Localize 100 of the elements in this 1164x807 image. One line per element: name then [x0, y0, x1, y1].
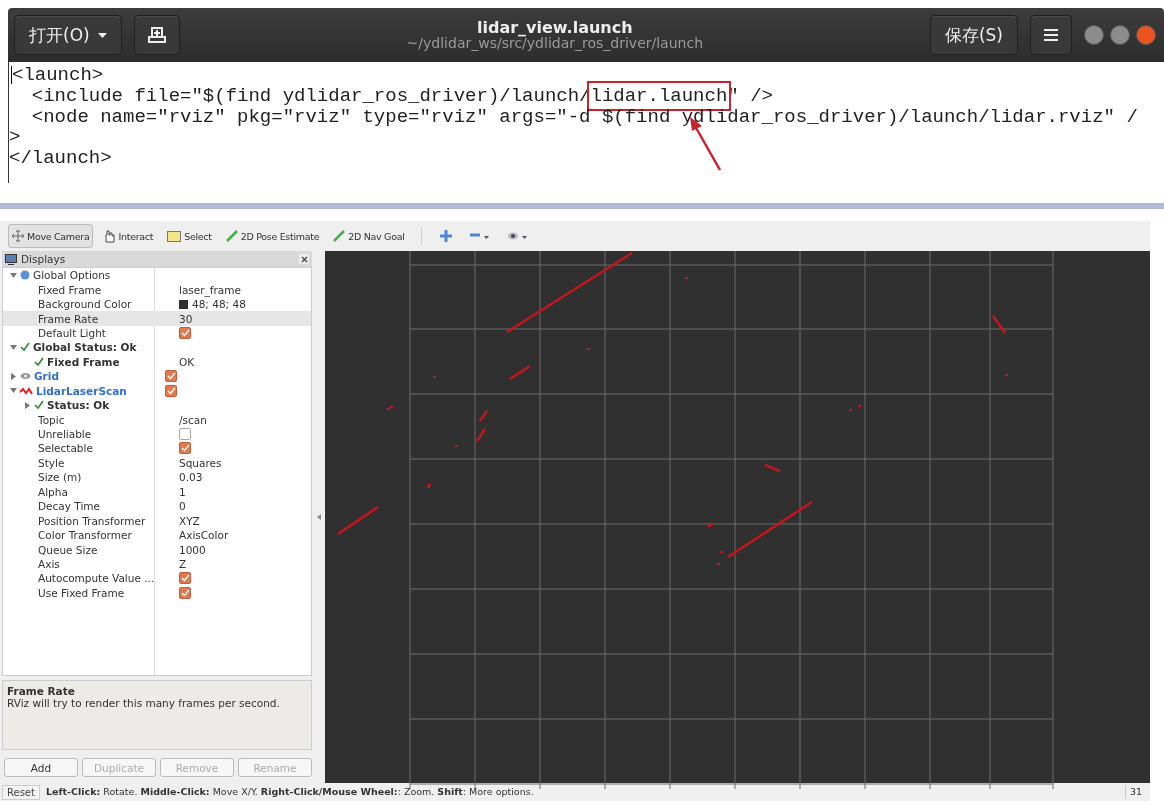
tree-row[interactable]: Decay Time 0: [3, 499, 311, 514]
checkbox[interactable]: [165, 370, 177, 383]
tool-button[interactable]: Select: [163, 224, 216, 248]
caret-icon: [97, 32, 107, 38]
property-value: 0.03: [179, 471, 203, 484]
tree-label: Selectable: [38, 442, 93, 455]
property-value: XYZ: [179, 514, 200, 527]
tree-label: Frame Rate: [38, 312, 99, 325]
tree-row[interactable]: Use Fixed Frame: [3, 585, 311, 601]
maximize-button[interactable]: [1110, 25, 1130, 45]
tree-row[interactable]: Alpha 1: [3, 484, 311, 499]
plus-icon[interactable]: [439, 230, 452, 242]
tree-label: Autocompute Value ...: [38, 572, 155, 585]
panel-title: Displays: [21, 253, 67, 265]
checkbox[interactable]: [179, 442, 191, 455]
tree-label: Unreliable: [38, 428, 92, 441]
tree-row[interactable]: Background Color 48; 48; 48: [3, 296, 311, 312]
collapsed-arrow-icon[interactable]: [10, 372, 16, 380]
fps-readout: 31: [1124, 785, 1150, 799]
code-line: </launch>: [9, 148, 113, 169]
tree-label: LidarLaserScan: [36, 384, 127, 397]
tree-label: Background Color: [38, 298, 132, 311]
tool-button[interactable]: Interact: [99, 224, 158, 248]
tree-row[interactable]: Grid: [3, 369, 311, 384]
close-button[interactable]: [299, 254, 309, 264]
panel-button[interactable]: Add: [4, 758, 78, 777]
close-icon: [300, 255, 308, 263]
expanded-arrow-icon[interactable]: [9, 344, 17, 350]
code-line: <node name="rviz" pkg="rviz" type="rviz" args="-d $(find ydlidar_ros_driver)/launch/lidar.rviz" /: [30, 106, 1139, 128]
expanded-arrow-icon[interactable]: [9, 272, 17, 278]
tree-row[interactable]: Axis Z: [3, 556, 311, 572]
tree-row[interactable]: Autocompute Value ...: [3, 571, 311, 586]
checkbox[interactable]: [179, 428, 191, 441]
tree-label: Alpha: [38, 485, 68, 498]
property-value: Z: [179, 557, 187, 570]
property-value: Squares: [179, 456, 222, 469]
checkbox[interactable]: [179, 586, 191, 599]
tree-row[interactable]: Fixed Frame laser_frame: [3, 282, 311, 297]
property-value: AxisColor: [179, 529, 229, 542]
hand-icon: [103, 229, 116, 243]
open-button[interactable]: 打开(O): [14, 15, 122, 55]
check-icon: [20, 342, 30, 353]
menu-button[interactable]: [1030, 15, 1072, 55]
file-path: ~/ydlidar_ws/src/ydlidar_ros_driver/launch: [405, 36, 704, 52]
expanded-arrow-icon[interactable]: [9, 388, 17, 394]
close-button[interactable]: [1136, 25, 1156, 45]
check-icon: [34, 400, 44, 411]
description-title: Frame Rate: [7, 685, 76, 697]
tree-label: Fixed Frame: [47, 355, 120, 368]
tree-row[interactable]: LidarLaserScan: [3, 383, 311, 398]
minus-dropdown-icon[interactable]: [469, 232, 490, 240]
monitor-icon: [5, 253, 17, 265]
tree-row[interactable]: Selectable: [3, 441, 311, 456]
checkbox[interactable]: [165, 384, 177, 397]
tool-button[interactable]: Move Camera: [8, 224, 94, 248]
tree-row[interactable]: Queue Size 1000: [3, 542, 311, 557]
selection-icon: [167, 230, 182, 242]
window-title: lidar_view.launch: [476, 18, 633, 37]
tree-row[interactable]: Global Status: Ok: [3, 340, 311, 355]
move-arrows-icon: [12, 230, 24, 242]
tree-label: Axis: [38, 557, 60, 570]
tree-row[interactable]: Default Light: [3, 325, 311, 341]
tree-label: Global Status: Ok: [33, 341, 137, 354]
property-value: laser_frame: [179, 283, 241, 296]
new-tab-button[interactable]: [133, 15, 180, 55]
tree-label: Color Transformer: [38, 529, 132, 542]
checkbox[interactable]: [179, 572, 191, 585]
property-value: 48; 48; 48: [192, 298, 246, 311]
reset-button[interactable]: Reset: [2, 784, 40, 800]
eye-icon: [20, 372, 31, 381]
tree-row[interactable]: Frame Rate 30: [3, 311, 311, 326]
tree-row[interactable]: Topic /scan: [3, 412, 311, 427]
property-value: 30: [179, 312, 193, 325]
property-value: OK: [179, 355, 195, 368]
tree-label: Size (m): [38, 471, 82, 484]
minimize-button[interactable]: [1084, 25, 1104, 45]
tree-row[interactable]: Size (m) 0.03: [3, 470, 311, 485]
collapsed-arrow-icon[interactable]: [24, 401, 30, 409]
check-icon: [34, 356, 44, 367]
eye-dropdown-icon[interactable]: [507, 231, 528, 241]
checkbox[interactable]: [179, 326, 191, 339]
tree-row[interactable]: Unreliable: [3, 426, 311, 442]
tool-button[interactable]: 2D Nav Goal: [329, 224, 409, 248]
property-value: 1: [179, 485, 186, 498]
code-line: >: [9, 127, 22, 149]
description-text: RViz will try to render this many frames per second.: [7, 697, 281, 709]
save-button[interactable]: 保存(S): [929, 15, 1018, 55]
property-value: 0: [179, 500, 186, 513]
tree-label: Style: [38, 456, 65, 469]
tree-label: Decay Time: [38, 500, 100, 513]
tree-row[interactable]: Fixed Frame OK: [3, 354, 311, 370]
tool-button[interactable]: 2D Pose Estimate: [221, 224, 324, 248]
tree-row[interactable]: Global Options: [3, 268, 311, 283]
property-value: /scan: [179, 413, 207, 426]
tree-row[interactable]: Status: Ok: [3, 397, 311, 413]
tree-row[interactable]: Position Transformer XYZ: [3, 513, 311, 528]
tree-row[interactable]: Style Squares: [3, 455, 311, 471]
collapse-icon[interactable]: [316, 514, 321, 520]
tree-row[interactable]: Color Transformer AxisColor: [3, 527, 311, 543]
globe-icon: [20, 270, 30, 281]
